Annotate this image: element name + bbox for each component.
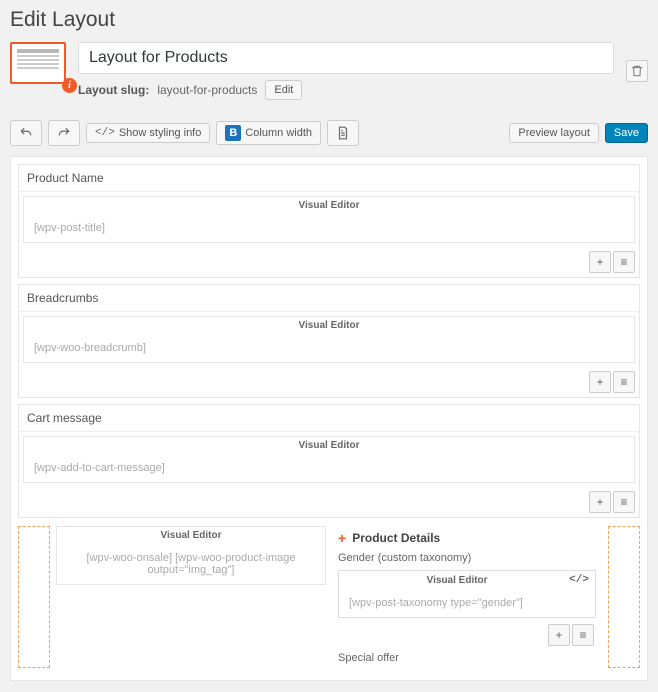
block-title: Breadcrumbs — [19, 285, 639, 312]
column-width-button[interactable]: BColumn width — [216, 121, 321, 145]
redo-button[interactable] — [48, 120, 80, 146]
cell-content: [wpv-add-to-cart-message] — [24, 454, 634, 482]
block-breadcrumbs: Breadcrumbs Visual Editor [wpv-woo-bread… — [18, 284, 640, 398]
plus-icon[interactable]: + — [338, 530, 346, 546]
cell-type-label: Visual Editor — [427, 575, 488, 586]
cell[interactable]: Visual Editor [wpv-post-title] — [23, 196, 635, 243]
block-title: Cart message — [19, 405, 639, 432]
cell-list-button[interactable]: ≡ — [613, 491, 635, 513]
layout-thumbnail[interactable] — [10, 42, 66, 84]
save-button[interactable]: Save — [605, 123, 648, 143]
cell[interactable]: Visual Editor [wpv-woo-breadcrumb] — [23, 316, 635, 363]
preview-layout-button[interactable]: Preview layout — [509, 123, 599, 143]
section-title: Product Details — [352, 531, 440, 545]
slug-value: layout-for-products — [157, 83, 257, 97]
trash-button[interactable] — [626, 60, 648, 82]
info-icon[interactable]: i — [62, 78, 77, 93]
layout-title-input[interactable] — [78, 42, 614, 74]
cell-content: [wpv-woo-breadcrumb] — [24, 334, 634, 362]
special-offer-label: Special offer — [332, 650, 602, 668]
show-styling-button[interactable]: </>Show styling info — [86, 123, 210, 143]
cell-type-label: Visual Editor — [57, 527, 325, 544]
cell-list-button[interactable]: ≡ — [613, 251, 635, 273]
undo-button[interactable] — [10, 120, 42, 146]
drop-zone-right[interactable] — [608, 526, 640, 668]
cell[interactable]: Visual Editor </> [wpv-post-taxonomy typ… — [338, 570, 596, 618]
cell-type-label: Visual Editor — [24, 197, 634, 214]
add-cell-button[interactable]: + — [548, 624, 570, 646]
layout-panel: Product Name Visual Editor [wpv-post-tit… — [10, 156, 648, 681]
cell-list-button[interactable]: ≡ — [572, 624, 594, 646]
add-cell-button[interactable]: + — [589, 491, 611, 513]
slug-label: Layout slug: — [78, 83, 149, 97]
block-cart-message: Cart message Visual Editor [wpv-add-to-c… — [18, 404, 640, 518]
cell[interactable]: Visual Editor [wpv-woo-onsale] [wpv-woo-… — [56, 526, 326, 585]
edit-slug-button[interactable]: Edit — [265, 80, 302, 100]
cell-list-button[interactable]: ≡ — [613, 371, 635, 393]
cell-content: [wpv-post-taxonomy type="gender"] — [339, 589, 595, 617]
cell-type-label: Visual Editor — [24, 437, 634, 454]
gender-label: Gender (custom taxonomy) — [332, 550, 602, 568]
code-icon: </> — [95, 127, 115, 139]
cell-content: [wpv-woo-onsale] [wpv-woo-product-image … — [57, 544, 325, 584]
page-title: Edit Layout — [10, 8, 648, 32]
add-cell-button[interactable]: + — [589, 371, 611, 393]
code-icon[interactable]: </> — [569, 574, 589, 586]
block-product-name: Product Name Visual Editor [wpv-post-tit… — [18, 164, 640, 278]
bootstrap-icon: B — [225, 125, 241, 141]
block-title: Product Name — [19, 165, 639, 192]
cell-type-label: Visual Editor — [24, 317, 634, 334]
cell[interactable]: Visual Editor [wpv-add-to-cart-message] — [23, 436, 635, 483]
cell-content: [wpv-post-title] — [24, 214, 634, 242]
drop-zone-left[interactable] — [18, 526, 50, 668]
document-button[interactable] — [327, 120, 359, 146]
add-cell-button[interactable]: + — [589, 251, 611, 273]
